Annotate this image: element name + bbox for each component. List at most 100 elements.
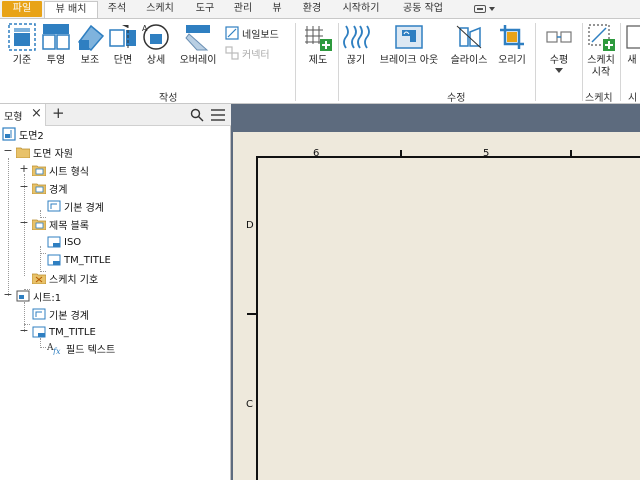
collapse-icon[interactable]: − [3, 145, 13, 156]
detail-view-label: 상세 [146, 55, 166, 66]
new-sheet-button[interactable]: 새 [624, 22, 640, 67]
tab-place-views[interactable]: 뷰 배치 [44, 1, 98, 18]
browser-tab-model[interactable]: 모형 × [0, 104, 46, 126]
tree-item-title-blocks[interactable]: 제목 블록 [32, 216, 89, 232]
tree-item-sketched-symbols[interactable]: 스케치 기호 [32, 270, 98, 286]
slice-icon [456, 25, 482, 49]
menu-icon[interactable] [211, 109, 225, 121]
new-sheet-icon [626, 25, 640, 49]
auxiliary-view-button[interactable]: 보조 [74, 22, 106, 67]
section-view-icon [109, 25, 136, 50]
title-block-icon [47, 236, 61, 248]
zone-label-left: C [246, 399, 253, 410]
tree-item-label: 경계 [49, 184, 68, 196]
tree-item-borders[interactable]: 경계 [32, 180, 67, 196]
break-button[interactable]: 끊기 [341, 22, 371, 67]
connector-button: 커넥터 [225, 45, 270, 61]
nailboard-button[interactable]: 네일보드 [225, 25, 279, 41]
drawing-canvas[interactable]: 6 5 D C [231, 104, 640, 480]
tab-environments[interactable]: 환경 [295, 1, 329, 17]
projected-view-button[interactable]: 투영 [40, 22, 72, 67]
tree-item-drawing-resources[interactable]: 도면 자원 [16, 144, 73, 160]
drawing-border-frame [256, 156, 640, 480]
tree-item-default-border[interactable]: 기본 경계 [47, 198, 104, 214]
close-icon[interactable]: × [31, 106, 42, 121]
projected-view-icon [42, 24, 70, 50]
tree-item-field-text[interactable]: A fx 필드 텍스트 [47, 340, 115, 356]
collapse-icon[interactable]: − [19, 325, 29, 336]
tree-item-iso[interactable]: ISO [47, 234, 81, 250]
new-sheet-label: 새 [627, 55, 637, 66]
folder-icon [16, 147, 30, 158]
tab-sketch[interactable]: 스케치 [138, 1, 182, 17]
drawing-document-icon [2, 127, 16, 141]
start-sketch-button[interactable]: 스케치 시작 [584, 22, 618, 79]
zone-divider [247, 313, 256, 315]
tree-item-label: 도면2 [19, 130, 44, 142]
base-view-button[interactable]: 기준 [6, 22, 38, 67]
svg-text:fx: fx [52, 347, 61, 355]
tree-item-drawing[interactable]: 도면2 [2, 126, 44, 142]
tree-item-label: 스케치 기호 [49, 274, 99, 286]
horizontal-align-label: 수평 [549, 55, 569, 66]
draft-view-button[interactable]: 제도 [302, 22, 334, 67]
breakout-label: 브레이크 아웃 [379, 55, 439, 66]
tab-collaborate[interactable]: 공동 작업 [394, 1, 452, 17]
ribbon-display-toggle[interactable] [474, 4, 496, 14]
zone-label-left: D [246, 220, 254, 231]
tab-manage[interactable]: 관리 [226, 1, 260, 17]
sheet-icon [16, 290, 30, 302]
breakout-button[interactable]: 브레이크 아웃 [375, 22, 443, 67]
chevron-down-icon [555, 68, 563, 73]
field-text-icon: A fx [47, 343, 61, 355]
tab-view[interactable]: 뷰 [266, 1, 288, 17]
tab-get-started[interactable]: 시작하기 [335, 1, 387, 17]
model-browser: 모형 × + 도면2 − 도면 자원 + 시트 형식 − 경계 기본 경계 − … [0, 104, 231, 480]
folder-icon [32, 165, 46, 176]
tree-item-label: TM_TITLE [49, 326, 96, 338]
tree-item-sheet1[interactable]: 시트:1 [16, 288, 61, 304]
title-block-icon [47, 254, 61, 266]
detail-view-button[interactable]: A 상세 [140, 22, 172, 67]
tree-item-label: 시트 형식 [49, 166, 89, 178]
slice-button[interactable]: 슬라이스 [447, 22, 491, 67]
border-icon [32, 308, 46, 320]
group-label-modify: 수정 [447, 93, 466, 104]
slice-label: 슬라이스 [450, 55, 488, 66]
folder-icon [32, 273, 46, 284]
tab-file[interactable]: 파일 [2, 1, 42, 17]
tree-item-label: ISO [64, 236, 82, 248]
draft-view-icon [305, 26, 332, 51]
start-sketch-icon [588, 24, 615, 51]
horizontal-align-button[interactable]: 수평 [540, 22, 578, 73]
break-icon [343, 25, 370, 49]
tab-tools[interactable]: 도구 [189, 1, 221, 17]
nailboard-icon [225, 26, 239, 40]
collapse-icon[interactable]: − [19, 217, 29, 228]
tree-item-sheet-default-border[interactable]: 기본 경계 [32, 306, 89, 322]
section-view-label: 단면 [113, 55, 133, 66]
search-icon[interactable] [190, 108, 204, 122]
add-tab-icon[interactable]: + [52, 104, 65, 122]
border-icon [47, 200, 61, 212]
collapse-icon[interactable]: − [19, 181, 29, 192]
tree-item-label: TM_TITLE [64, 254, 111, 266]
tree-guide [40, 246, 41, 272]
tree-item-tm-title[interactable]: TM_TITLE [47, 252, 111, 268]
folder-icon [32, 219, 46, 230]
align-icon [546, 31, 572, 43]
tree-item-sheet-formats[interactable]: 시트 형식 [32, 162, 89, 178]
drawing-sheet[interactable]: 6 5 D C [233, 132, 640, 480]
ribbon-tab-bar: 파일 뷰 배치 주석 스케치 도구 관리 뷰 환경 시작하기 공동 작업 [0, 0, 640, 18]
tab-annotate[interactable]: 주석 [101, 1, 133, 17]
collapse-icon[interactable]: − [3, 289, 13, 300]
section-view-button[interactable]: 단면 [107, 22, 139, 67]
ribbon-separator [295, 23, 296, 101]
overlay-view-label: 오버레이 [179, 55, 217, 66]
expand-icon[interactable]: + [19, 163, 29, 174]
tree-guide [40, 347, 46, 348]
crop-button[interactable]: 오리기 [494, 22, 530, 67]
overlay-view-button[interactable]: 오버레이 [176, 22, 220, 67]
tree-item-sheet-tm-title[interactable]: TM_TITLE [32, 324, 96, 340]
panel-icon [474, 5, 486, 13]
